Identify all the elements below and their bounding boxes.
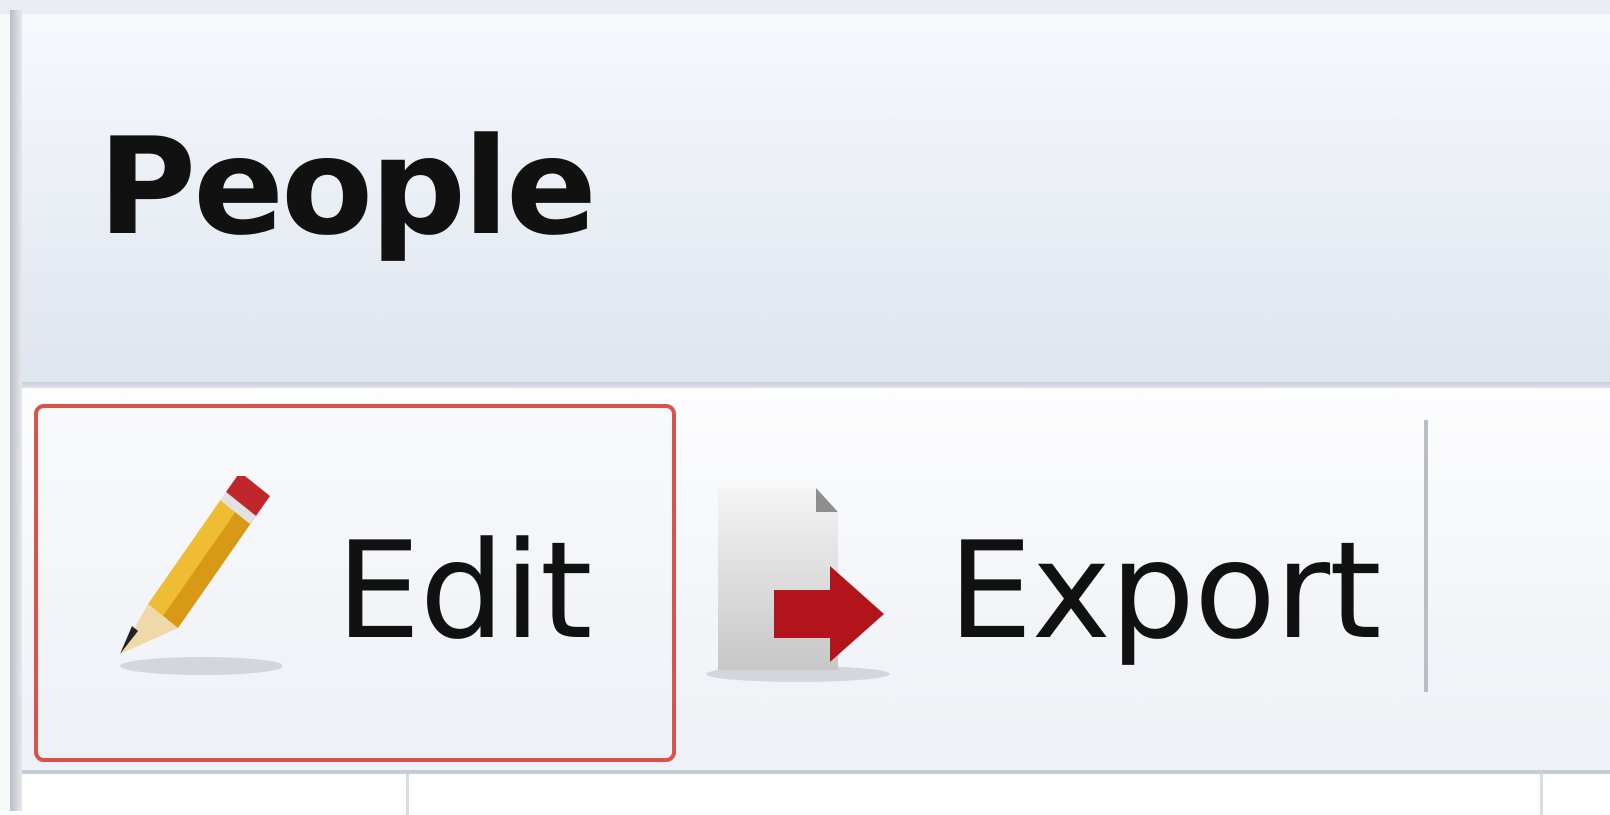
toolbar-divider — [1424, 420, 1428, 692]
export-button[interactable]: Export — [690, 404, 1390, 762]
grid-header-row — [22, 770, 1610, 815]
export-label: Export — [948, 513, 1382, 669]
window-left-border — [10, 10, 22, 811]
export-icon — [706, 488, 890, 682]
column-divider — [1540, 774, 1543, 815]
edit-label: Edit — [336, 513, 592, 669]
column-divider — [406, 774, 409, 815]
pencil-icon — [120, 476, 282, 675]
edit-button[interactable]: Edit — [34, 404, 676, 762]
window-top-border — [0, 0, 1610, 14]
page-title: People — [98, 109, 597, 265]
app-window: People Edit Export — [0, 0, 1610, 815]
